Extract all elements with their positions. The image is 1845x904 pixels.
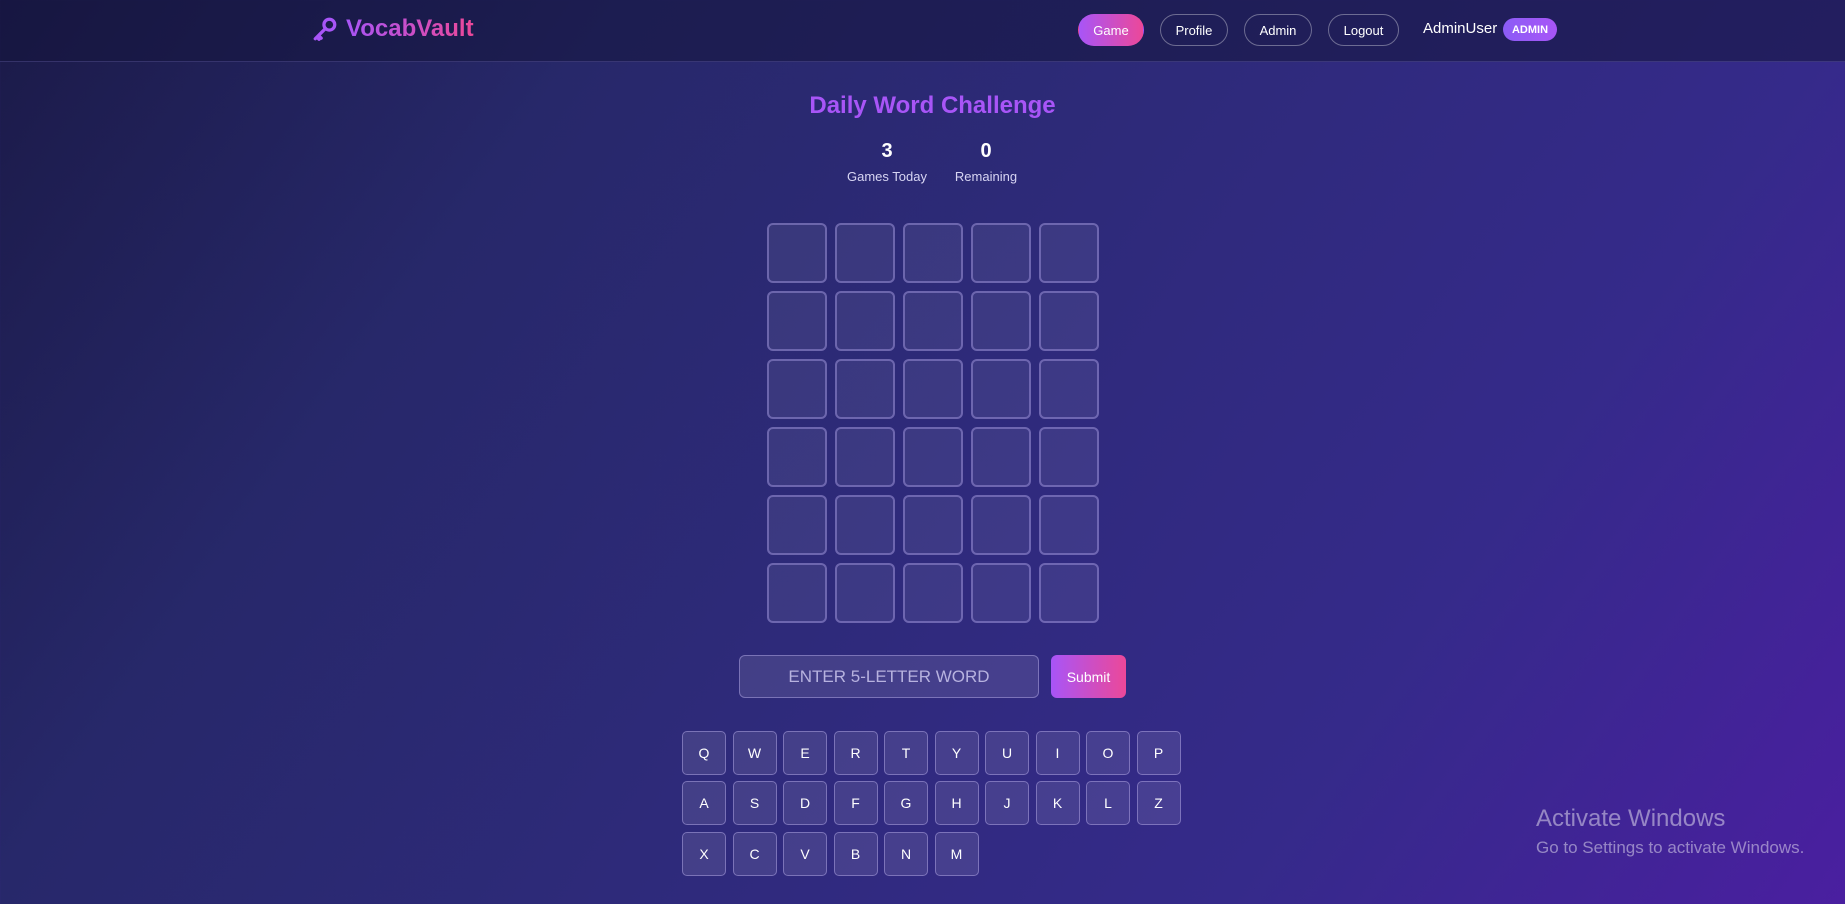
letter-tile — [767, 291, 827, 351]
key-i[interactable]: I — [1035, 731, 1080, 775]
key-s[interactable]: S — [732, 781, 777, 825]
key-p[interactable]: P — [1136, 731, 1181, 775]
nav-game-button[interactable]: Game — [1078, 14, 1144, 46]
key-r[interactable]: R — [833, 731, 878, 775]
keyboard-row: XCVBNM — [682, 832, 979, 876]
letter-tile — [903, 427, 963, 487]
letter-tile — [767, 359, 827, 419]
key-n[interactable]: N — [884, 832, 928, 876]
letter-tile — [835, 563, 895, 623]
watermark-subtitle: Go to Settings to activate Windows. — [1536, 838, 1805, 857]
letter-tile — [1039, 359, 1099, 419]
letter-tile — [767, 427, 827, 487]
letter-tile — [903, 291, 963, 351]
letter-tile — [835, 359, 895, 419]
stat-games-today-value: 3 — [881, 140, 893, 162]
nav-profile-button[interactable]: Profile — [1160, 14, 1228, 46]
letter-tile — [971, 223, 1031, 283]
letter-tile — [835, 495, 895, 555]
current-username: AdminUser — [1423, 20, 1498, 37]
key-t[interactable]: T — [884, 731, 928, 775]
stat-remaining-value: 0 — [980, 140, 992, 162]
key-m[interactable]: M — [934, 832, 979, 876]
stat-remaining: 0 Remaining — [941, 140, 1031, 184]
key-icon — [313, 17, 337, 41]
page-title: Daily Word Challenge — [809, 92, 1056, 119]
letter-tile — [1039, 495, 1099, 555]
key-d[interactable]: D — [783, 781, 827, 825]
stat-games-today: 3 Games Today — [842, 140, 932, 184]
letter-tile — [1039, 563, 1099, 623]
letter-tile — [835, 427, 895, 487]
key-k[interactable]: K — [1035, 781, 1080, 825]
key-o[interactable]: O — [1086, 731, 1130, 775]
key-l[interactable]: L — [1086, 781, 1130, 825]
watermark-title: Activate Windows — [1536, 805, 1726, 832]
letter-tile — [903, 223, 963, 283]
role-badge: ADMIN — [1503, 18, 1557, 41]
stat-remaining-label: Remaining — [954, 169, 1018, 184]
stat-games-today-label: Games Today — [847, 169, 927, 184]
nav-admin-button[interactable]: Admin — [1244, 14, 1312, 46]
key-g[interactable]: G — [884, 781, 928, 825]
brand-logo[interactable]: VocabVault — [312, 14, 474, 44]
guess-grid — [767, 223, 1099, 623]
letter-tile — [1039, 427, 1099, 487]
letter-tile — [767, 495, 827, 555]
key-e[interactable]: E — [783, 731, 827, 775]
letter-tile — [835, 223, 895, 283]
letter-tile — [1039, 291, 1099, 351]
top-navbar: VocabVault Game Profile Admin Logout Adm… — [0, 0, 1845, 62]
key-x[interactable]: X — [682, 832, 726, 876]
letter-tile — [971, 427, 1031, 487]
letter-tile — [903, 563, 963, 623]
letter-tile — [903, 359, 963, 419]
key-q[interactable]: Q — [682, 731, 726, 775]
letter-tile — [971, 495, 1031, 555]
nav-logout-button[interactable]: Logout — [1328, 14, 1399, 46]
key-f[interactable]: F — [833, 781, 878, 825]
submit-button[interactable]: Submit — [1051, 655, 1126, 698]
key-w[interactable]: W — [732, 731, 777, 775]
windows-activation-watermark: Activate Windows Go to Settings to activ… — [1536, 805, 1804, 858]
key-j[interactable]: J — [985, 781, 1029, 825]
key-v[interactable]: V — [783, 832, 827, 876]
key-z[interactable]: Z — [1136, 781, 1181, 825]
key-y[interactable]: Y — [934, 731, 979, 775]
letter-tile — [971, 291, 1031, 351]
letter-tile — [767, 223, 827, 283]
keyboard-row: QWERTYUIOP — [682, 731, 1181, 775]
letter-tile — [971, 359, 1031, 419]
letter-tile — [767, 563, 827, 623]
word-input[interactable] — [739, 655, 1039, 698]
letter-tile — [835, 291, 895, 351]
key-u[interactable]: U — [985, 731, 1029, 775]
letter-tile — [971, 563, 1031, 623]
keyboard-row: ASDFGHJKLZ — [682, 781, 1181, 825]
key-b[interactable]: B — [833, 832, 878, 876]
key-h[interactable]: H — [934, 781, 979, 825]
key-a[interactable]: A — [682, 781, 726, 825]
brand-name: VocabVault — [346, 15, 474, 42]
letter-tile — [1039, 223, 1099, 283]
letter-tile — [903, 495, 963, 555]
key-c[interactable]: C — [732, 832, 777, 876]
